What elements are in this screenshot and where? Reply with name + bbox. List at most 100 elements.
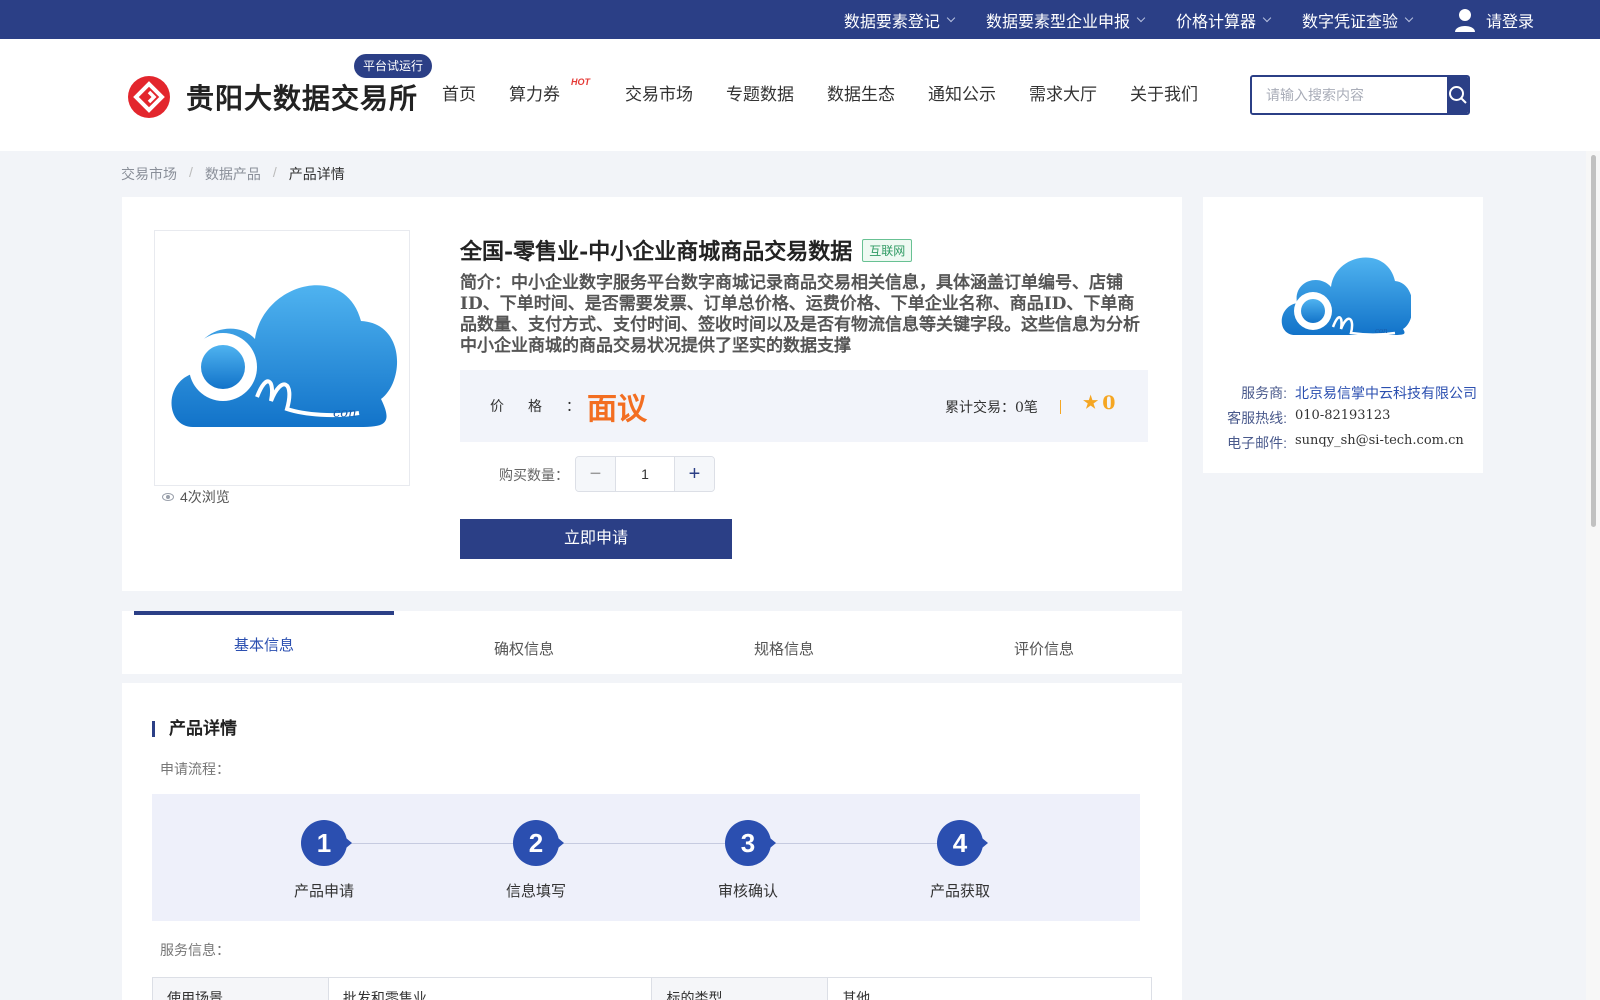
main-nav: 首页 算力券 HOT 交易市场 专题数据 数据生态 通知公示 需求大厅 关于我们 (442, 77, 1231, 105)
chevron-down-icon (946, 13, 956, 22)
hot-badge: HOT (571, 77, 590, 87)
trade-count-label: 累计交易： (945, 400, 1015, 416)
site-name[interactable]: 贵阳大数据交易所 (186, 77, 418, 117)
quantity-label: 购买数量： (499, 467, 569, 483)
star-icon: ★ (1083, 393, 1099, 413)
view-count: 4次浏览 (162, 487, 230, 507)
logo-text: con (333, 406, 356, 421)
nav-market[interactable]: 交易市场 (625, 80, 693, 105)
nav-demand-hall[interactable]: 需求大厅 (1029, 80, 1097, 105)
vendor-logo-icon: con (1281, 257, 1411, 336)
vendor-card: con 服务商: 北京易信掌中云科技有限公司 客服热线: 010-8219312… (1203, 197, 1483, 473)
nav-about[interactable]: 关于我们 (1130, 80, 1198, 105)
nav-topic-data[interactable]: 专题数据 (726, 80, 794, 105)
step-label: 信息填写 (505, 883, 566, 900)
category-tag: 互联网 (862, 238, 913, 262)
breadcrumb-data-products[interactable]: 数据产品 (205, 164, 261, 184)
product-title-text: 全国-零售业-中小企业商城商品交易数据 (460, 239, 853, 265)
section-title: 产品详情 (152, 720, 237, 737)
nav-label: 算力券 (509, 85, 560, 104)
decrement-button[interactable]: − (576, 457, 616, 491)
step-number: 2 (513, 820, 564, 866)
service-provider-link[interactable]: 北京易信掌中云科技有限公司 (1295, 383, 1477, 403)
menu-price-calculator[interactable]: 价格计算器 (1176, 8, 1272, 32)
email-value: sunqy_sh@si-tech.com.cn (1295, 433, 1464, 448)
product-card: con 4次浏览 全国-零售业-中小企业商城商品交易数据 互联网 简介：中小企业… (122, 197, 1182, 591)
tab-rights-info[interactable]: 确权信息 (394, 611, 654, 674)
step-number: 1 (301, 820, 352, 866)
tab-spec-info[interactable]: 规格信息 (654, 611, 914, 674)
nav-compute-voucher[interactable]: 算力券 HOT (509, 77, 590, 105)
flow-label: 申请流程： (160, 761, 230, 777)
product-intro: 简介：中小企业数字服务平台数字商城记录商品交易相关信息，具体涵盖订单编号、店铺I… (460, 273, 1140, 356)
chevron-down-icon (1136, 13, 1146, 22)
menu-label: 数字凭证查验 (1301, 13, 1398, 31)
menu-data-registration[interactable]: 数据要素登记 (843, 8, 956, 32)
product-image: con (154, 230, 410, 486)
rating-value: 0 (1102, 392, 1116, 414)
exchange-logo-icon[interactable] (128, 76, 170, 118)
nav-home[interactable]: 首页 (442, 80, 476, 105)
price-panel: 价格： 面议 累计交易：0笔 ★ 0 (460, 370, 1148, 442)
menu-enterprise-declaration[interactable]: 数据要素型企业申报 (985, 8, 1146, 32)
cloud-logo-icon: con (171, 285, 398, 427)
service-info-label: 服务信息： (160, 942, 230, 958)
tab-basic-info[interactable]: 基本信息 (134, 611, 394, 674)
product-title: 全国-零售业-中小企业商城商品交易数据 互联网 (460, 234, 913, 266)
trade-count-value: 0笔 (1015, 400, 1038, 416)
vendor-email-row: 电子邮件: sunqy_sh@si-tech.com.cn (1221, 433, 1464, 453)
application-flow: 1 产品申请 2 信息填写 3 审核确认 4 产品获取 (152, 794, 1140, 921)
hotline-label: 客服热线: (1227, 410, 1287, 426)
increment-button[interactable]: + (674, 457, 714, 491)
price-value: 面议 (587, 392, 647, 427)
step-label: 产品申请 (293, 883, 354, 900)
apply-button[interactable]: 立即申请 (460, 519, 732, 559)
table-row: 使用场景 批发和零售业 标的类型 其他 (152, 977, 1152, 1000)
table-key: 使用场景 (152, 977, 329, 1000)
step-number: 3 (725, 820, 776, 866)
page-scrollbar[interactable] (1586, 151, 1600, 1000)
breadcrumb-current: 产品详情 (288, 166, 345, 182)
step-label: 产品获取 (929, 883, 990, 900)
tab-review-info[interactable]: 评价信息 (914, 611, 1174, 674)
nav-data-ecosystem[interactable]: 数据生态 (827, 80, 895, 105)
breadcrumb-separator: / (189, 164, 193, 180)
rating: ★ 0 (1083, 392, 1115, 414)
table-value: 批发和零售业 (327, 977, 653, 1000)
site-header: 贵阳大数据交易所 平台试运行 首页 算力券 HOT 交易市场 专题数据 数据生态 … (0, 39, 1600, 151)
top-utility-bar: 数据要素登记 数据要素型企业申报 价格计算器 数字凭证查验 请登录 (0, 0, 1600, 39)
search-box (1250, 75, 1470, 115)
scrollbar-thumb[interactable] (1591, 155, 1596, 527)
user-icon (1454, 8, 1475, 32)
flow-step: 2 信息填写 (486, 820, 586, 901)
quantity-stepper: − 1 + (575, 456, 715, 492)
quantity-value[interactable]: 1 (616, 457, 674, 491)
hotline-value: 010-82193123 (1295, 408, 1391, 423)
divider (1060, 400, 1061, 414)
breadcrumb-market[interactable]: 交易市场 (121, 164, 177, 184)
service-label: 服务商: (1241, 385, 1287, 401)
view-count-text: 4次浏览 (180, 489, 230, 505)
product-details-panel: 产品详情 申请流程： 1 产品申请 2 信息填写 3 审核确认 4 产品获取 服… (122, 683, 1182, 1000)
menu-certificate-check[interactable]: 数字凭证查验 (1301, 8, 1414, 32)
menu-label: 数据要素型企业申报 (985, 13, 1130, 31)
trial-badge: 平台试运行 (354, 54, 433, 78)
nav-notices[interactable]: 通知公示 (928, 80, 996, 105)
vendor-hotline-row: 客服热线: 010-82193123 (1221, 408, 1390, 428)
login-label: 请登录 (1485, 13, 1534, 31)
menu-label: 数据要素登记 (843, 13, 940, 31)
search-input[interactable] (1252, 77, 1447, 113)
step-number: 4 (937, 820, 988, 866)
flow-step: 1 产品申请 (274, 820, 374, 901)
table-value: 其他 (827, 977, 1152, 1000)
chevron-down-icon (1262, 13, 1272, 22)
flow-step: 4 产品获取 (910, 820, 1010, 901)
login-link[interactable]: 请登录 (1454, 8, 1534, 32)
table-key: 标的类型 (651, 977, 829, 1000)
search-button[interactable] (1447, 77, 1468, 113)
breadcrumb-separator: / (272, 164, 277, 180)
service-info-table: 使用场景 批发和零售业 标的类型 其他 (152, 977, 1152, 1000)
search-icon (1448, 86, 1467, 104)
vendor-logo-text: con (1375, 327, 1388, 335)
email-label: 电子邮件: (1227, 435, 1287, 451)
